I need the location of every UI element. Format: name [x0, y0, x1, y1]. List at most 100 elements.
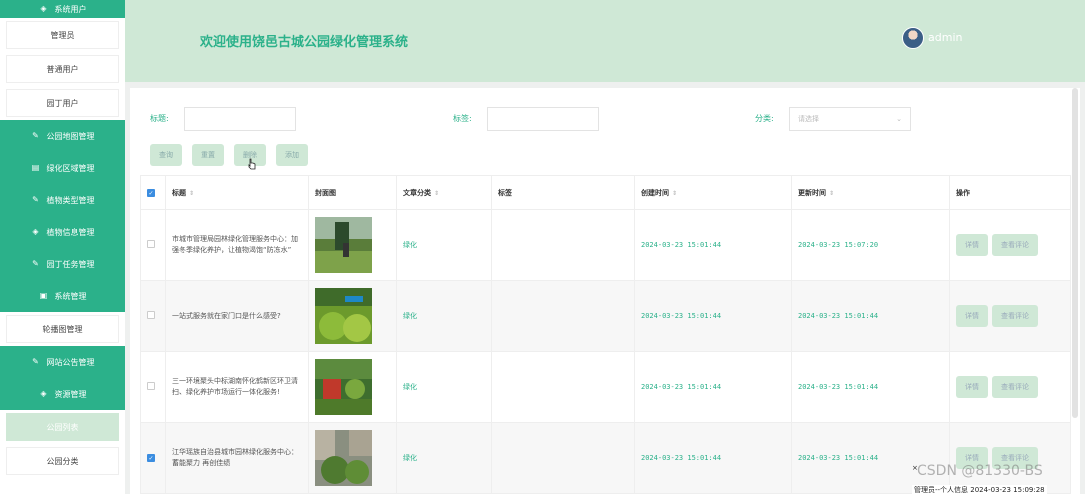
row-category: 绿化	[396, 209, 492, 281]
header: 欢迎使用饶邑古城公园绿化管理系统 admin	[125, 0, 1085, 82]
row-title: 市城市管理局园林绿化管理服务中心：加强冬季绿化养护，让植物渴饱“防冻水”	[165, 209, 309, 281]
add-button[interactable]: 添加	[276, 144, 308, 166]
detail-button[interactable]: 详情	[956, 234, 988, 256]
sidebar-item-label: 轮播图管理	[6, 315, 119, 343]
column-header-label: 创建时间	[641, 188, 669, 197]
sidebar-item-system-users[interactable]: ◈ 系统用户	[0, 0, 125, 18]
detail-button[interactable]: 详情	[956, 376, 988, 398]
sort-icon: ⇕	[672, 189, 678, 197]
column-header-label: 文章分类	[403, 188, 431, 197]
row-category: 绿化	[396, 280, 492, 352]
sidebar-item-label: 系统管理	[54, 291, 87, 301]
sidebar-sub-gardener[interactable]: 园丁用户	[0, 86, 125, 120]
tag-search-input[interactable]	[487, 107, 599, 131]
table-header-row: ✓ 标题 ⇕ 封面图 文章分类 ⇕ 标签 创建时间 ⇕ 更新时间 ⇕ 操作	[140, 175, 1071, 210]
status-tooltip: 管理员--个人信息 2024-03-23 15:09:28	[912, 485, 1047, 494]
sidebar-item-label: 园丁任务管理	[46, 259, 95, 269]
sidebar-item-label: 网站公告管理	[46, 357, 95, 367]
category-select[interactable]: 请选择 ⌄	[789, 107, 911, 131]
sort-icon: ⇕	[189, 189, 195, 197]
column-header-ops: 操作	[949, 175, 1071, 210]
row-created: 2024-03-23 15:01:44	[634, 209, 792, 281]
sidebar-item-label: 公园列表	[6, 413, 119, 441]
sidebar-item-system[interactable]: ▣ 系统管理	[0, 280, 125, 312]
chevron-down-icon: ⌄	[896, 115, 902, 123]
sidebar-item-gardener-task[interactable]: ✎ 园丁任务管理	[0, 248, 125, 280]
row-checkbox[interactable]	[147, 240, 155, 248]
data-table: ✓ 标题 ⇕ 封面图 文章分类 ⇕ 标签 创建时间 ⇕ 更新时间 ⇕ 操作 市城市管理局…	[140, 175, 1071, 494]
row-title: 江华瑶族自治县城市园林绿化服务中心：蓄能聚力 再创佳绩	[165, 422, 309, 494]
tag-label: 标签:	[453, 114, 472, 123]
page-title: 欢迎使用饶邑古城公园绿化管理系统	[200, 35, 409, 50]
sort-icon: ⇕	[829, 189, 835, 197]
row-checkbox[interactable]	[147, 382, 155, 390]
detail-button[interactable]: 详情	[956, 305, 988, 327]
username[interactable]: admin	[928, 31, 962, 44]
edit-icon: ✎	[32, 259, 39, 268]
sidebar-item-resource[interactable]: ◈ 资源管理	[0, 378, 125, 410]
view-comments-button[interactable]: 查看评论	[992, 305, 1038, 327]
edit-icon: ✎	[32, 357, 39, 366]
column-header-created[interactable]: 创建时间 ⇕	[634, 175, 792, 210]
sidebar-item-park-map[interactable]: ✎ 公园地图管理	[0, 120, 125, 152]
edit-icon: ✎	[32, 131, 39, 140]
column-header-tags: 标签	[491, 175, 635, 210]
search-bar: 标题: 标签: 分类: 请选择 ⌄	[130, 107, 1080, 131]
column-header-label: 标题	[172, 188, 186, 197]
sidebar-sub-admin[interactable]: 管理员	[0, 18, 125, 52]
sidebar-group-site: ✎ 网站公告管理 ◈ 资源管理	[0, 346, 125, 410]
column-header-category[interactable]: 文章分类 ⇕	[396, 175, 492, 210]
row-cover-cell	[308, 280, 397, 352]
avatar[interactable]	[902, 27, 924, 49]
sidebar-sub-park-category[interactable]: 公园分类	[0, 444, 125, 478]
category-label: 分类:	[755, 114, 774, 123]
reset-button[interactable]: 重置	[192, 144, 224, 166]
sidebar-item-green-area[interactable]: ▤ 绿化区域管理	[0, 152, 125, 184]
select-all-cell: ✓	[140, 175, 166, 210]
column-header-updated[interactable]: 更新时间 ⇕	[791, 175, 950, 210]
scrollbar[interactable]	[1072, 88, 1078, 418]
row-tags	[491, 209, 635, 281]
row-tags	[491, 422, 635, 494]
select-all-checkbox[interactable]: ✓	[147, 188, 155, 197]
close-icon[interactable]: ×	[912, 464, 918, 472]
row-title: 三一环境聚头中标湖南怀化鹤新区环卫清扫、绿化养护市场运行一体化服务!	[165, 351, 309, 423]
sidebar-sub-normal-user[interactable]: 普通用户	[0, 52, 125, 86]
title-search-input[interactable]	[184, 107, 296, 131]
sidebar-item-plant-info[interactable]: ◈ 植物信息管理	[0, 216, 125, 248]
edit-icon: ✎	[32, 195, 39, 204]
row-updated: 2024-03-23 15:07:20	[791, 209, 950, 281]
row-updated: 2024-03-23 15:01:44	[791, 422, 950, 494]
row-updated: 2024-03-23 15:01:44	[791, 280, 950, 352]
cover-image	[315, 430, 372, 486]
sidebar-item-label: 园丁用户	[6, 89, 119, 117]
row-title: 一站式服务就在家门口是什么感受?	[165, 280, 309, 352]
sidebar-item-plant-type[interactable]: ✎ 植物类型管理	[0, 184, 125, 216]
row-checkbox[interactable]	[147, 311, 155, 319]
sidebar-item-label: 普通用户	[6, 55, 119, 83]
column-header-cover: 封面图	[308, 175, 397, 210]
row-category: 绿化	[396, 351, 492, 423]
row-checkbox[interactable]: ✓	[147, 454, 155, 462]
sidebar-item-label: 公园分类	[6, 447, 119, 475]
mouse-cursor-icon	[248, 158, 256, 170]
row-created: 2024-03-23 15:01:44	[634, 351, 792, 423]
category-select-placeholder: 请选择	[798, 115, 819, 123]
sidebar-sub-park-list[interactable]: 公园列表	[0, 410, 125, 444]
table-row: 三一环境聚头中标湖南怀化鹤新区环卫清扫、绿化养护市场运行一体化服务! 绿化 20…	[140, 351, 1071, 423]
column-header-title[interactable]: 标题 ⇕	[165, 175, 309, 210]
title-label: 标题:	[150, 114, 169, 123]
row-cover-cell	[308, 422, 397, 494]
sidebar-group-management: ✎ 公园地图管理 ▤ 绿化区域管理 ✎ 植物类型管理 ◈ 植物信息管理 ✎ 园丁任务管理 …	[0, 120, 125, 312]
view-comments-button[interactable]: 查看评论	[992, 376, 1038, 398]
settings-icon: ▣	[39, 291, 48, 300]
query-button[interactable]: 查询	[150, 144, 182, 166]
shield-icon: ◈	[32, 227, 39, 236]
sidebar-item-label: 资源管理	[54, 389, 87, 399]
table-row: 市城市管理局园林绿化管理服务中心：加强冬季绿化养护，让植物渴饱“防冻水” 绿化 …	[140, 209, 1071, 281]
shield-icon: ◈	[40, 389, 47, 398]
view-comments-button[interactable]: 查看评论	[992, 234, 1038, 256]
sidebar-sub-carousel[interactable]: 轮播图管理	[0, 312, 125, 346]
sidebar-item-announcement[interactable]: ✎ 网站公告管理	[0, 346, 125, 378]
list-icon: ▤	[31, 163, 40, 172]
